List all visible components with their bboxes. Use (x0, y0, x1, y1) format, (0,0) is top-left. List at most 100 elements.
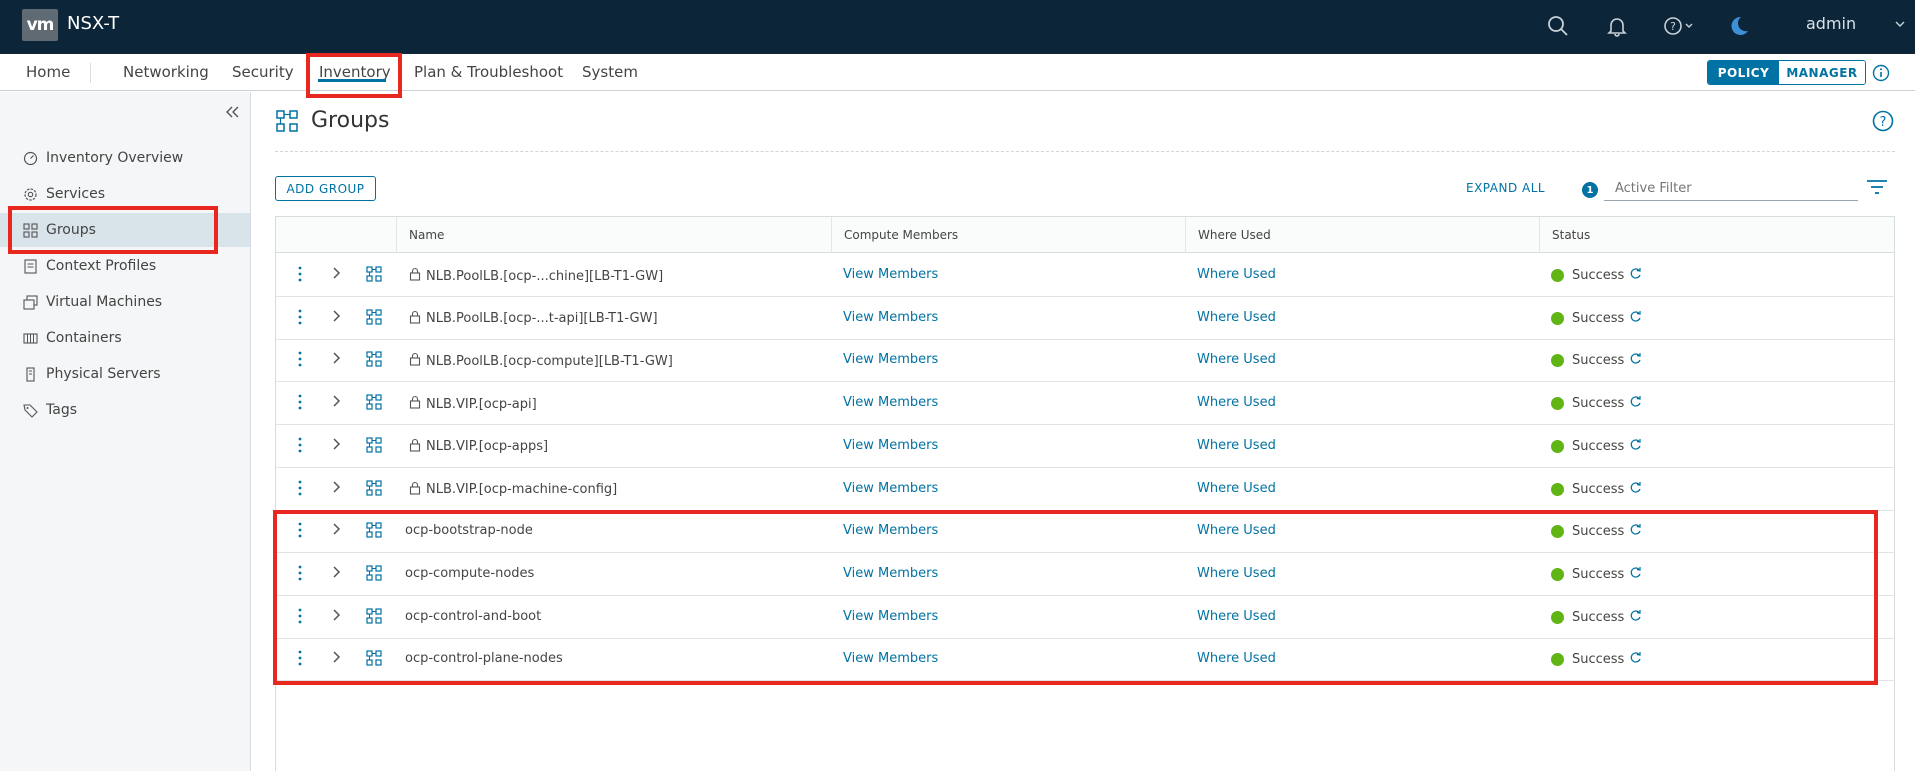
page-title: Groups (311, 108, 390, 133)
group-icon (366, 309, 382, 329)
collapse-sidebar-icon[interactable] (224, 100, 240, 124)
tab-plan-troubleshoot[interactable]: Plan & Troubleshoot (414, 63, 563, 81)
gauge-icon (22, 150, 38, 166)
column-separator (1539, 217, 1540, 253)
search-icon[interactable] (1544, 12, 1572, 40)
row-actions-icon[interactable] (297, 436, 303, 458)
chevron-right-icon[interactable] (332, 394, 342, 412)
row-actions-icon[interactable] (297, 350, 303, 372)
tab-networking[interactable]: Networking (123, 63, 209, 81)
row-actions-icon[interactable] (297, 393, 303, 415)
groups-table: Name Compute Members Where Used Status N… (275, 216, 1895, 771)
filter-count-badge: 1 (1582, 182, 1598, 198)
group-name-text: NLB.PoolLB.[ocp-...chine][LB-T1-GW] (426, 268, 664, 284)
column-header-name[interactable]: Name (409, 228, 444, 242)
view-members-link[interactable]: View Members (843, 395, 938, 410)
where-used-link[interactable]: Where Used (1197, 352, 1276, 367)
column-header-status[interactable]: Status (1552, 228, 1590, 242)
sidebar-item-containers[interactable]: Containers (0, 321, 250, 355)
expand-all-button[interactable]: EXPAND ALL (1466, 181, 1545, 195)
group-name: NLB.PoolLB.[ocp-...chine][LB-T1-GW] (409, 267, 663, 285)
refresh-icon[interactable] (1629, 395, 1642, 412)
column-header-where-used[interactable]: Where Used (1198, 228, 1271, 242)
filter-icon[interactable] (1866, 179, 1888, 199)
status-badge: Success (1551, 310, 1642, 327)
refresh-icon[interactable] (1629, 310, 1642, 327)
where-used-link[interactable]: Where Used (1197, 310, 1276, 325)
user-menu[interactable]: admin (1806, 14, 1856, 33)
tab-home[interactable]: Home (26, 63, 70, 81)
annotation-groups-item (8, 206, 218, 254)
view-members-link[interactable]: View Members (843, 352, 938, 367)
where-used-link[interactable]: Where Used (1197, 481, 1276, 496)
sidebar-item-physical-servers[interactable]: Physical Servers (0, 357, 250, 391)
policy-mode-button[interactable]: POLICY (1708, 61, 1779, 84)
status-text: Success (1572, 353, 1625, 369)
annotation-ocp-groups (273, 510, 1878, 685)
tab-system[interactable]: System (582, 63, 638, 81)
success-status-icon (1551, 354, 1564, 368)
group-name-text: NLB.VIP.[ocp-apps] (426, 439, 549, 455)
column-separator (1185, 217, 1186, 253)
where-used-link[interactable]: Where Used (1197, 395, 1276, 410)
row-actions-icon[interactable] (297, 265, 303, 287)
column-header-compute-members[interactable]: Compute Members (844, 228, 958, 242)
table-row: NLB.PoolLB.[ocp-compute][LB-T1-GW] View M… (276, 339, 1894, 383)
main-nav: Home Networking Security Inventory Plan … (0, 54, 1915, 91)
chevron-right-icon[interactable] (332, 309, 342, 327)
table-row: NLB.VIP.[ocp-api] View Members Where Used S… (276, 382, 1894, 426)
sidebar-item-inventory-overview[interactable]: Inventory Overview (0, 141, 250, 175)
refresh-icon[interactable] (1629, 438, 1642, 455)
sidebar-item-virtual-machines[interactable]: Virtual Machines (0, 285, 250, 319)
refresh-icon[interactable] (1629, 352, 1642, 369)
chevron-right-icon[interactable] (332, 437, 342, 455)
tab-security[interactable]: Security (232, 63, 294, 81)
table-row: NLB.PoolLB.[ocp-...t-api][LB-T1-GW] View … (276, 297, 1894, 340)
active-filter-input[interactable] (1604, 177, 1858, 201)
view-members-link[interactable]: View Members (843, 310, 938, 325)
add-group-button[interactable]: ADD GROUP (275, 176, 376, 201)
info-icon[interactable] (1872, 64, 1890, 86)
svg-text:?: ? (1880, 115, 1887, 130)
status-text: Success (1572, 310, 1625, 326)
gear-icon (22, 186, 38, 202)
chevron-right-icon[interactable] (332, 266, 342, 284)
view-members-link[interactable]: View Members (843, 481, 938, 496)
group-icon (366, 394, 382, 414)
manager-mode-button[interactable]: MANAGER (1779, 61, 1865, 84)
row-actions-icon[interactable] (297, 308, 303, 330)
view-members-link[interactable]: View Members (843, 438, 938, 453)
refresh-icon[interactable] (1629, 481, 1642, 498)
help-icon[interactable]: ? (1872, 110, 1894, 136)
bell-icon[interactable] (1603, 12, 1631, 40)
group-name: NLB.VIP.[ocp-api] (409, 395, 537, 413)
group-name-text: NLB.PoolLB.[ocp-...t-api][LB-T1-GW] (426, 311, 658, 327)
success-status-icon (1551, 439, 1564, 453)
refresh-icon[interactable] (1629, 267, 1642, 284)
chevron-down-icon[interactable] (1894, 18, 1906, 33)
lock-icon (409, 438, 421, 456)
where-used-link[interactable]: Where Used (1197, 267, 1276, 282)
help-menu-icon[interactable]: ? (1660, 12, 1700, 40)
sidebar-item-context-profiles[interactable]: Context Profiles (0, 249, 250, 283)
where-used-link[interactable]: Where Used (1197, 438, 1276, 453)
group-name: NLB.VIP.[ocp-apps] (409, 438, 548, 456)
chevron-right-icon[interactable] (332, 351, 342, 369)
group-name: NLB.VIP.[ocp-machine-config] (409, 481, 617, 499)
annotation-inventory-tab (306, 53, 402, 98)
vm-icon (22, 294, 38, 310)
view-members-link[interactable]: View Members (843, 267, 938, 282)
success-status-icon (1551, 397, 1564, 411)
status-badge: Success (1551, 438, 1642, 455)
chevron-right-icon[interactable] (332, 480, 342, 498)
row-actions-icon[interactable] (297, 479, 303, 501)
container-icon (22, 330, 38, 346)
success-status-icon (1551, 482, 1564, 496)
lock-icon (409, 267, 421, 285)
group-name-text: NLB.VIP.[ocp-machine-config] (426, 482, 618, 497)
status-badge: Success (1551, 395, 1642, 412)
sidebar-item-label: Virtual Machines (46, 294, 163, 310)
group-name-text: NLB.VIP.[ocp-api] (426, 396, 537, 412)
sidebar-item-tags[interactable]: Tags (0, 393, 250, 427)
moon-icon[interactable] (1724, 12, 1752, 40)
